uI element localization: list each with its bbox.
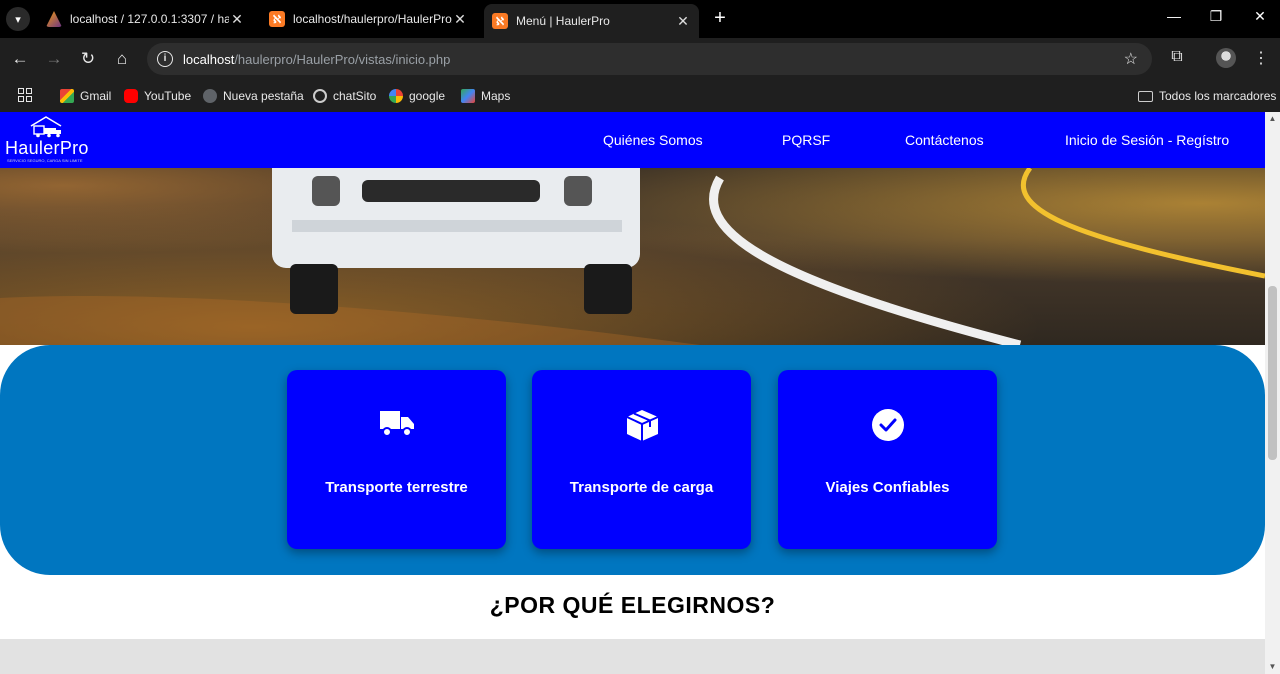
close-icon[interactable]: ✕ [452, 11, 468, 28]
gmail-icon [60, 89, 74, 103]
bookmark-label: Gmail [80, 89, 112, 103]
page-scrollbar[interactable]: ▲ ▼ [1265, 112, 1280, 674]
url-host: localhost [183, 51, 235, 67]
bookmark-google[interactable]: google [389, 86, 445, 106]
bookmark-label: Maps [481, 89, 511, 103]
services-section: Transporte terrestre Transporte de carga… [0, 345, 1265, 575]
reload-button[interactable]: ↻ [76, 47, 100, 71]
bookmark-label: google [409, 89, 446, 103]
minimize-button[interactable]: — [1154, 8, 1194, 30]
hero-image [0, 168, 1265, 345]
site-navbar: HaulerPro SERVICIO SEGURO, CARGA SIN LIM… [0, 112, 1265, 168]
nav-contactenos[interactable]: Contáctenos [905, 132, 984, 148]
bookmark-youtube[interactable]: YouTube [124, 86, 191, 106]
check-circle-icon [871, 409, 904, 441]
close-icon[interactable]: ✕ [675, 13, 691, 30]
logo-name: HaulerPro [5, 138, 89, 158]
box-icon [626, 410, 658, 441]
bookmark-label: chatSito [333, 89, 377, 103]
google-icon [389, 89, 403, 103]
truck-icon [379, 411, 414, 437]
close-icon[interactable]: ✕ [229, 11, 245, 28]
bookmark-nueva-pestana[interactable]: Nueva pestaña [203, 86, 304, 106]
tab-title: localhost / 127.0.0.1:3307 / hau [70, 12, 229, 26]
bookmark-maps[interactable]: Maps [461, 86, 510, 106]
xampp-icon: ℵ [492, 13, 508, 29]
scrollbar-thumb[interactable] [1268, 286, 1277, 460]
bookmark-gmail[interactable]: Gmail [60, 86, 111, 106]
restore-button[interactable]: ❐ [1196, 8, 1236, 30]
page-viewport: HaulerPro SERVICIO SEGURO, CARGA SIN LIM… [0, 112, 1265, 674]
tab-title: localhost/haulerpro/HaulerPro/ [293, 12, 452, 26]
site-logo[interactable]: HaulerPro SERVICIO SEGURO, CARGA SIN LIM… [5, 114, 95, 164]
nav-pqrsf[interactable]: PQRSF [782, 132, 830, 148]
openai-icon [313, 89, 327, 103]
back-button[interactable]: ← [8, 47, 32, 71]
tab-search-button[interactable]: ▾ [6, 7, 30, 31]
address-bar[interactable]: i localhost/haulerpro/HaulerPro/vistas/i… [147, 43, 1152, 75]
nav-login-register[interactable]: Inicio de Sesión - Regístro [1065, 132, 1229, 148]
site-info-icon[interactable]: i [157, 51, 173, 67]
tab-title: Menú | HaulerPro [516, 14, 610, 28]
bookmark-chatsito[interactable]: chatSito [313, 86, 376, 106]
bookmarks-bar: Gmail YouTube Nueva pestaña chatSito goo… [0, 80, 1280, 112]
service-card-viajes-confiables[interactable]: Viajes Confiables [778, 370, 997, 549]
new-tab-button[interactable]: + [709, 8, 731, 30]
service-label: Viajes Confiables [825, 479, 950, 496]
bookmark-label: YouTube [144, 89, 192, 103]
url-text[interactable]: localhost/haulerpro/HaulerPro/vistas/ini… [183, 52, 450, 67]
forward-button[interactable]: → [42, 47, 66, 71]
why-choose-us-heading: ¿POR QUÉ ELEGIRNOS? [489, 592, 776, 618]
logo-tagline: SERVICIO SEGURO, CARGA SIN LIMITE [7, 158, 83, 163]
url-path: /haulerpro/HaulerPro/vistas/inicio.php [234, 51, 451, 67]
youtube-icon [124, 89, 138, 103]
next-section [0, 639, 1265, 674]
maps-icon [461, 89, 475, 103]
service-label: Transporte de carga [569, 479, 714, 496]
home-button[interactable]: ⌂ [110, 47, 134, 71]
xampp-icon: ℵ [269, 11, 285, 27]
tab-haulerpro[interactable]: ℵ localhost/haulerpro/HaulerPro/ ✕ [261, 6, 476, 32]
menu-icon[interactable]: ⋮ [1250, 48, 1272, 70]
apps-grid-icon[interactable] [18, 88, 32, 102]
scroll-down-arrow[interactable]: ▼ [1265, 662, 1280, 671]
scroll-up-arrow[interactable]: ▲ [1265, 114, 1280, 123]
phpmyadmin-icon [46, 11, 62, 27]
tab-phpmyadmin[interactable]: localhost / 127.0.0.1:3307 / hau ✕ [38, 6, 253, 32]
service-card-transporte-de-carga[interactable]: Transporte de carga [532, 370, 751, 549]
service-label: Transporte terrestre [325, 479, 468, 496]
extensions-icon[interactable]: ⧉ [1166, 48, 1188, 70]
all-bookmarks-label: Todos los marcadores [1159, 89, 1277, 103]
nav-quienes-somos[interactable]: Quiénes Somos [603, 132, 703, 148]
service-card-transporte-terrestre[interactable]: Transporte terrestre [287, 370, 506, 549]
truck-front [272, 168, 640, 268]
tab-strip: ▾ localhost / 127.0.0.1:3307 / hau ✕ ℵ l… [0, 0, 1280, 38]
profile-avatar[interactable] [1216, 48, 1236, 68]
house-truck-logo-icon [30, 116, 62, 138]
folder-icon [1138, 90, 1153, 102]
browser-toolbar: ← → ↻ ⌂ i localhost/haulerpro/HaulerPro/… [0, 38, 1280, 80]
tab-menu-haulerpro[interactable]: ℵ Menú | HaulerPro ✕ [484, 4, 699, 38]
window-close-button[interactable]: ✕ [1240, 8, 1280, 30]
bookmark-star-icon[interactable]: ☆ [1124, 49, 1138, 69]
bookmark-label: Nueva pestaña [223, 89, 304, 103]
globe-icon [203, 89, 217, 103]
all-bookmarks[interactable]: Todos los marcadores [1138, 86, 1276, 106]
